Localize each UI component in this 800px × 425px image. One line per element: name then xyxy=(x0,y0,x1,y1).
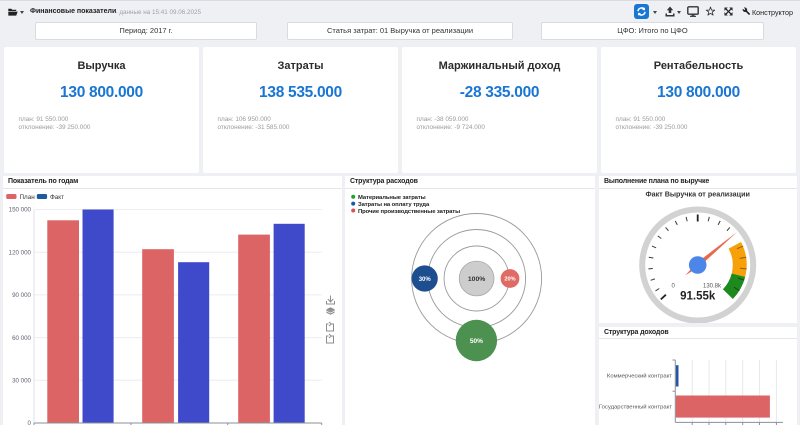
svg-text:Материальные затраты: Материальные затраты xyxy=(358,195,426,201)
svg-text:Затраты на оплату труда: Затраты на оплату труда xyxy=(358,201,430,207)
svg-text:0: 0 xyxy=(28,420,32,425)
svg-text:Факт: Факт xyxy=(50,193,64,200)
svg-text:90 000: 90 000 xyxy=(12,292,31,299)
svg-text:План: План xyxy=(20,193,36,200)
svg-text:Факт Выручка от реализации: Факт Выручка от реализации xyxy=(645,189,749,198)
svg-text:50%: 50% xyxy=(470,337,483,344)
svg-text:130.8k: 130.8k xyxy=(703,283,722,289)
svg-text:91.55k: 91.55k xyxy=(680,290,716,302)
svg-text:Государственный контракт: Государственный контракт xyxy=(599,404,672,411)
svg-text:150 000: 150 000 xyxy=(9,206,32,213)
svg-text:Прочие производственные затрат: Прочие производственные затраты xyxy=(358,208,460,214)
svg-text:Коммерческий контракт: Коммерческий контракт xyxy=(607,373,672,380)
svg-text:20%: 20% xyxy=(504,276,515,282)
svg-text:100%: 100% xyxy=(468,276,485,283)
svg-text:30%: 30% xyxy=(419,276,432,282)
svg-text:120 000: 120 000 xyxy=(9,249,32,256)
svg-text:60 000: 60 000 xyxy=(12,334,31,341)
svg-text:30 000: 30 000 xyxy=(12,377,31,384)
